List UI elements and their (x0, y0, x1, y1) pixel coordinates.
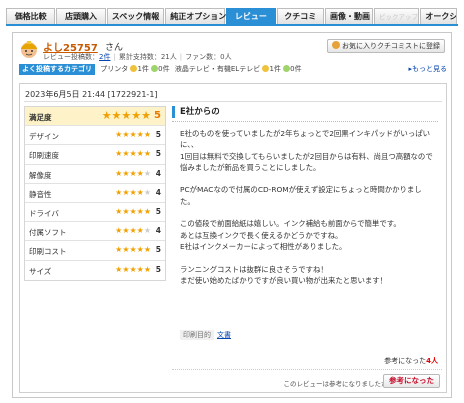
heart-icon (332, 41, 340, 49)
review-box: 2023年6月5日 21:44 [1722921-1] 満足度 ★★★★★ 5 デザイ… (19, 83, 447, 393)
star-rating-icon: ★★★★★ (115, 226, 151, 236)
helpful-value: 4人 (426, 357, 438, 365)
helpful-vote-button[interactable]: 参考になった (383, 374, 440, 388)
score-row: 静音性 ★★★★★ 4 (25, 184, 165, 203)
review-body-line (180, 173, 442, 184)
helpful-label: 参考になった (384, 357, 427, 365)
score-value: 5 (155, 264, 161, 274)
star-rating-icon: ★★★★★ (115, 130, 151, 140)
score-row: デザイン ★★★★★ 5 (25, 126, 165, 146)
tab-store-purchase[interactable]: 店頭購入 (56, 8, 106, 24)
star-rating-icon: ★★★★★ (115, 264, 151, 274)
purpose-value-link[interactable]: 文書 (217, 331, 231, 339)
tab-price-compare[interactable]: 価格比較 (6, 8, 56, 24)
review-body: E社のものを使っていましたが2年ちょっとで2回黒インキパッドがいっぱい に、、 1回… (180, 128, 442, 286)
review-title: E社からの (172, 106, 220, 118)
review-date: 2023年6月5日 21:44 [1722921-1] (25, 90, 158, 99)
avatar (21, 41, 37, 58)
star-rating-icon: ★★★★★ (101, 109, 151, 122)
score-value: 4 (155, 187, 161, 197)
score-value: 4 (155, 226, 161, 236)
tab-pickup-list: ピックアップリスト (373, 8, 420, 24)
category-tv[interactable]: 液晶テレビ・有機ELテレビ 1件 0件 (175, 65, 302, 73)
review-body-line: 1回目は無料で交換してもらいましたが2回目からは有料、尚且つ高額なので (180, 151, 433, 161)
star-rating-icon: ★★★★★ (115, 149, 151, 159)
score-label: 満足度 (29, 113, 52, 122)
review-body-line: に、、 (180, 140, 199, 150)
review-body-line: 悩みましたが新品を買うことにしました。 (180, 162, 321, 172)
votes-value: 21人 (160, 53, 177, 61)
review-body-line (180, 252, 442, 263)
tab-images[interactable]: 画像・動画 (324, 8, 373, 24)
frequent-categories: よく投稿するカテゴリ プリンタ 1件 0件 液晶テレビ・有機ELテレビ 1件 0… (19, 64, 447, 76)
score-value: 5 (155, 206, 161, 216)
review-body-line: E社はインクメーカーによって相性がありました。 (180, 241, 347, 251)
review-body-line: あとは互換インクで長く使えるかどうかですね。 (180, 230, 343, 240)
review-body-line: この値段で前面給紙は嬉しい。インク補給も前面からで簡単です。 (180, 219, 401, 229)
score-label: 印刷速度 (29, 151, 59, 161)
review-count-label: レビュー投稿数： (43, 53, 99, 61)
tab-options[interactable]: 純正オプション (165, 8, 226, 24)
star-rating-icon: ★★★★★ (115, 206, 151, 216)
review-body-line: た。 (180, 196, 195, 206)
review-body-line: まだ使い始めたばかりですが良い買い物が出来たと思います！ (180, 275, 388, 285)
score-label: デザイン (29, 132, 59, 142)
helpful-count: 参考になった4人 (384, 356, 438, 366)
score-row: 付属ソフト ★★★★★ 4 (25, 222, 165, 242)
score-row: サイズ ★★★★★ 5 (25, 261, 165, 280)
star-rating-icon: ★★★★★ (115, 168, 151, 178)
star-rating-icon: ★★★★★ (115, 245, 151, 255)
tab-bar: 価格比較 店頭購入 スペック情報 純正オプション レビュー クチコミ 画像・動画… (6, 8, 458, 26)
score-value: 5 (155, 245, 161, 255)
score-value: 5 (154, 110, 161, 121)
score-label: 付属ソフト (29, 228, 67, 238)
favorite-reviewer-button[interactable]: お気に入りクチコミストに登録 (327, 39, 445, 53)
score-row: 印刷コスト ★★★★★ 5 (25, 241, 165, 261)
score-row-overall: 満足度 ★★★★★ 5 (25, 107, 165, 127)
score-label: ドライバ (29, 208, 59, 218)
fans-value: 0人 (220, 53, 232, 61)
frequent-categories-tag: よく投稿するカテゴリ (19, 64, 95, 75)
tab-spec[interactable]: スペック情報 (106, 8, 165, 24)
review-body-line (180, 207, 442, 218)
score-value: 5 (155, 149, 161, 159)
tab-auction[interactable]: オークション (420, 8, 457, 24)
score-value: 4 (155, 168, 161, 178)
score-label: 解像度 (29, 170, 52, 180)
tab-kuchikomi[interactable]: クチコミ (276, 8, 324, 24)
fans-label: ファン数： (185, 53, 221, 61)
score-label: 静音性 (29, 189, 52, 199)
review-count-link[interactable]: 2件 (99, 53, 110, 61)
helpful-question: このレビューは参考になりましたか？ (283, 380, 395, 388)
favorite-button-label: お気に入りクチコミストに登録 (342, 42, 440, 50)
review-panel: よし25757 さん レビュー投稿数：2件 | 累計支持数：21人 | ファン数：0人 … (12, 32, 452, 398)
score-row: 解像度 ★★★★★ 4 (25, 165, 165, 184)
category-printer[interactable]: プリンタ 1件 0件 (100, 65, 170, 73)
score-value: 5 (155, 130, 161, 140)
score-label: 印刷コスト (29, 247, 67, 257)
reviewer-stats: レビュー投稿数：2件 | 累計支持数：21人 | ファン数：0人 (43, 53, 232, 61)
star-rating-icon: ★★★★★ (115, 187, 151, 197)
votes-label: 累計支持数： (118, 53, 161, 61)
score-row: ドライバ ★★★★★ 5 (25, 203, 165, 223)
review-body-line: ランニングコストは抜群に良さそうですね！ (180, 264, 328, 274)
score-table: 満足度 ★★★★★ 5 デザイン ★★★★★ 5 印刷速度 ★★★★★ 5 解像度 ★★★★★ 4 静音… (24, 106, 166, 281)
purpose-label: 印刷目的 (180, 330, 214, 340)
score-row: 印刷速度 ★★★★★ 5 (25, 145, 165, 165)
print-purpose: 印刷目的 文書 (180, 330, 231, 340)
tab-review[interactable]: レビュー (226, 8, 276, 24)
score-label: サイズ (29, 266, 52, 276)
more-categories-link[interactable]: ▸もっと見る (408, 64, 447, 74)
review-body-line: PCがMACなので付属のCD-ROMが使えず設定にちょっと時間かかりまし (180, 185, 422, 195)
review-body-line: E社のものを使っていましたが2年ちょっとで2回黒インキパッドがいっぱい (180, 129, 430, 138)
